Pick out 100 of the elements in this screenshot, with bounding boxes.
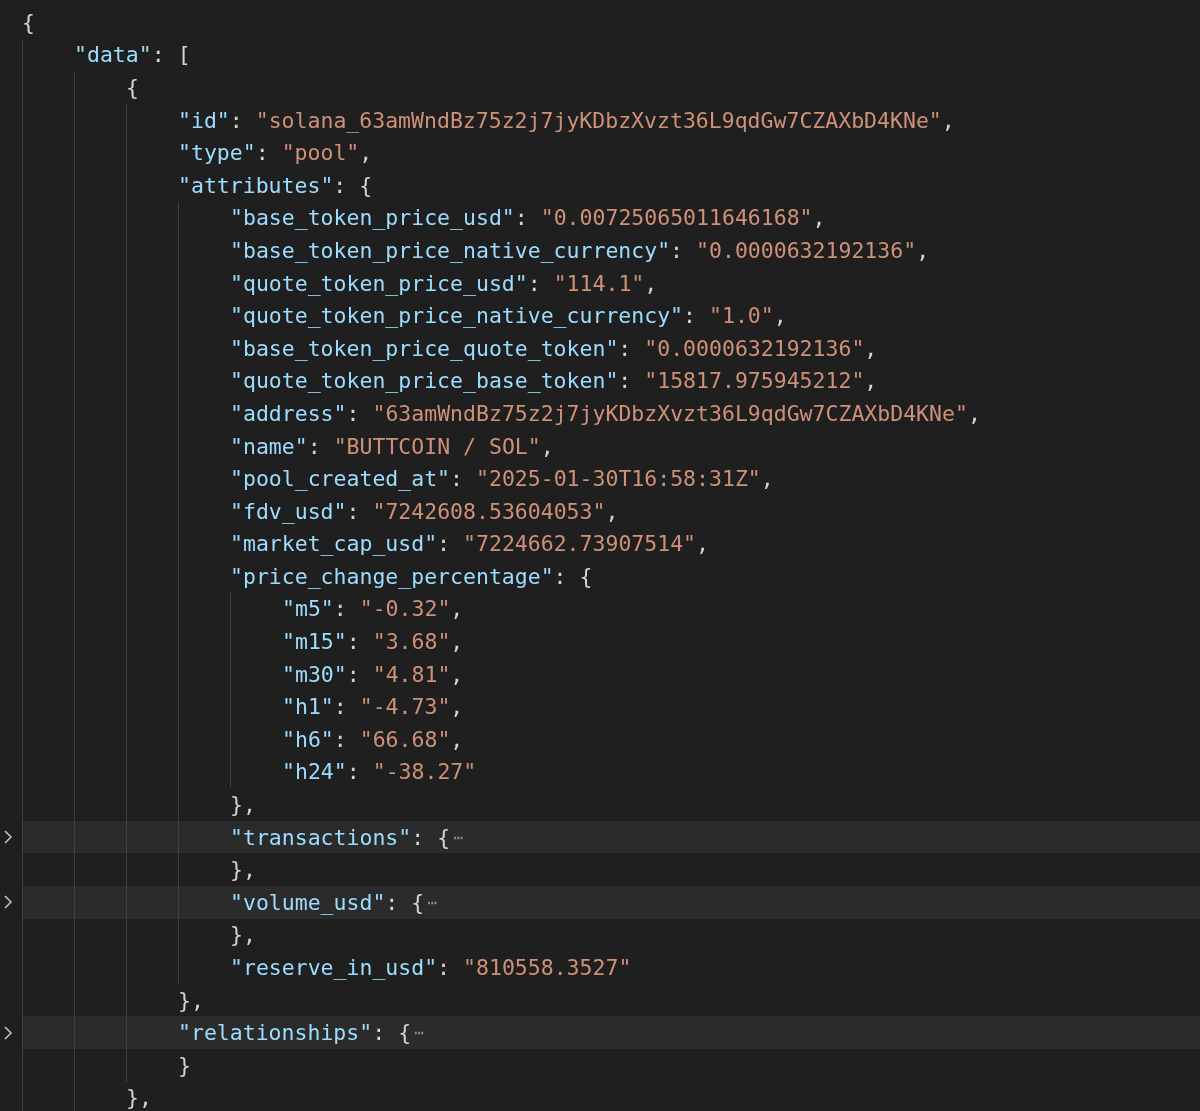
- json-colon: :: [670, 237, 684, 263]
- json-key: "id": [178, 107, 230, 133]
- json-bracket: ,: [450, 596, 464, 622]
- json-bracket: ,: [773, 303, 787, 329]
- json-colon: :: [618, 335, 632, 361]
- json-bracket: ,: [916, 237, 930, 263]
- json-colon: :: [683, 303, 696, 329]
- json-key: "h24": [282, 759, 347, 785]
- json-colon: :: [333, 694, 347, 720]
- json-colon: :: [255, 140, 269, 166]
- json-colon: :: [333, 172, 347, 198]
- json-key: "price_change_percentage": [230, 563, 554, 589]
- json-colon: :: [514, 205, 528, 231]
- json-colon: :: [450, 466, 463, 492]
- json-bracket: ,: [450, 694, 464, 720]
- json-string: "4.81": [372, 661, 451, 687]
- json-string: "2025-01-30T16:58:31Z": [476, 466, 761, 492]
- json-bracket: {: [579, 563, 593, 589]
- json-bracket: ,: [450, 726, 464, 752]
- json-bracket: ,: [450, 629, 464, 655]
- json-bracket: ,: [540, 433, 554, 459]
- json-bracket: {: [359, 172, 373, 198]
- json-string: "114.1": [553, 270, 645, 296]
- json-key: "relationships": [178, 1020, 373, 1046]
- json-colon: :: [307, 433, 321, 459]
- json-key: "pool_created_at": [230, 466, 451, 492]
- json-key: "type": [178, 140, 256, 166]
- json-colon: :: [333, 596, 347, 622]
- fold-chevron-icon[interactable]: [3, 829, 13, 846]
- json-string: "0.00725065011646168": [540, 205, 813, 231]
- fold-chevron-icon[interactable]: [3, 1024, 13, 1041]
- json-key: "data": [74, 42, 152, 68]
- json-key: "m5": [282, 596, 334, 622]
- json-colon: :: [553, 563, 567, 589]
- json-string: "pool": [281, 140, 360, 166]
- json-colon: :: [437, 531, 451, 557]
- json-key: "quote_token_price_base_token": [230, 368, 619, 394]
- json-bracket: },: [230, 857, 256, 883]
- json-string: "-0.32": [359, 596, 451, 622]
- json-key: "m30": [282, 661, 347, 687]
- json-key: "h1": [282, 694, 334, 720]
- json-key: "market_cap_usd": [230, 531, 438, 557]
- json-bracket: ,: [644, 270, 658, 296]
- json-colon: :: [229, 107, 243, 133]
- fold-ellipsis[interactable]: ⋯: [453, 827, 463, 847]
- json-bracket: },: [178, 987, 204, 1013]
- json-bracket: ,: [696, 531, 709, 557]
- json-string: "810558.3527": [463, 955, 632, 980]
- json-key: "quote_token_price_native_currency": [230, 303, 684, 329]
- json-colon: :: [411, 824, 425, 850]
- json-bracket: ,: [812, 205, 826, 231]
- json-key: "base_token_price_usd": [230, 205, 515, 231]
- fold-chevron-icon[interactable]: [3, 894, 13, 911]
- json-bracket: ,: [359, 140, 373, 166]
- json-string: "63amWndBz75z2j7jyKDbzXvzt36L9qdGw7CZAXbD4KNe": [372, 400, 968, 426]
- json-string: "3.68": [372, 629, 451, 655]
- json-colon: :: [437, 955, 451, 980]
- json-key: "m15": [282, 629, 347, 655]
- json-colon: :: [385, 889, 399, 915]
- json-bracket: {: [398, 1020, 412, 1046]
- json-key: "reserve_in_usd": [230, 955, 438, 980]
- fold-ellipsis[interactable]: ⋯: [427, 892, 437, 912]
- json-key: "attributes": [178, 172, 334, 198]
- json-colon: :: [346, 400, 360, 426]
- json-bracket: {: [437, 824, 451, 850]
- json-string: "1.0": [709, 303, 774, 329]
- json-bracket: ,: [967, 400, 981, 426]
- json-bracket: ,: [450, 661, 464, 687]
- json-bracket: }: [178, 1052, 191, 1078]
- json-colon: :: [618, 368, 632, 394]
- json-bracket: ,: [605, 498, 619, 524]
- json-bracket: ,: [864, 335, 878, 361]
- fold-ellipsis[interactable]: ⋯: [414, 1023, 424, 1043]
- json-bracket: {: [22, 9, 35, 35]
- json-colon: :: [151, 42, 165, 68]
- json-string: "BUTTCOIN / SOL": [333, 433, 541, 459]
- json-key: "name": [230, 433, 308, 459]
- json-string: "-38.27": [372, 759, 477, 785]
- json-string: "0.0000632192136": [644, 335, 865, 361]
- json-key: "transactions": [230, 824, 412, 850]
- json-bracket: ,: [941, 107, 955, 133]
- json-bracket: {: [126, 75, 139, 100]
- json-key: "h6": [282, 726, 334, 752]
- json-colon: :: [346, 498, 360, 524]
- json-key: "volume_usd": [230, 889, 386, 915]
- json-colon: :: [527, 270, 541, 296]
- json-string: "7242608.53604053": [372, 498, 606, 524]
- json-bracket: },: [126, 1085, 152, 1111]
- json-colon: :: [346, 759, 360, 785]
- json-key: "base_token_price_native_currency": [230, 237, 671, 263]
- json-string: "7224662.73907514": [463, 531, 697, 557]
- json-bracket: ,: [864, 368, 878, 394]
- json-bracket: },: [230, 922, 256, 948]
- json-colon: :: [372, 1020, 386, 1046]
- json-bracket: ,: [760, 466, 774, 492]
- json-bracket: },: [230, 792, 256, 818]
- json-bracket: {: [411, 889, 425, 915]
- json-colon: :: [333, 726, 347, 752]
- json-key: "quote_token_price_usd": [230, 270, 528, 296]
- json-string: "0.0000632192136": [696, 237, 917, 263]
